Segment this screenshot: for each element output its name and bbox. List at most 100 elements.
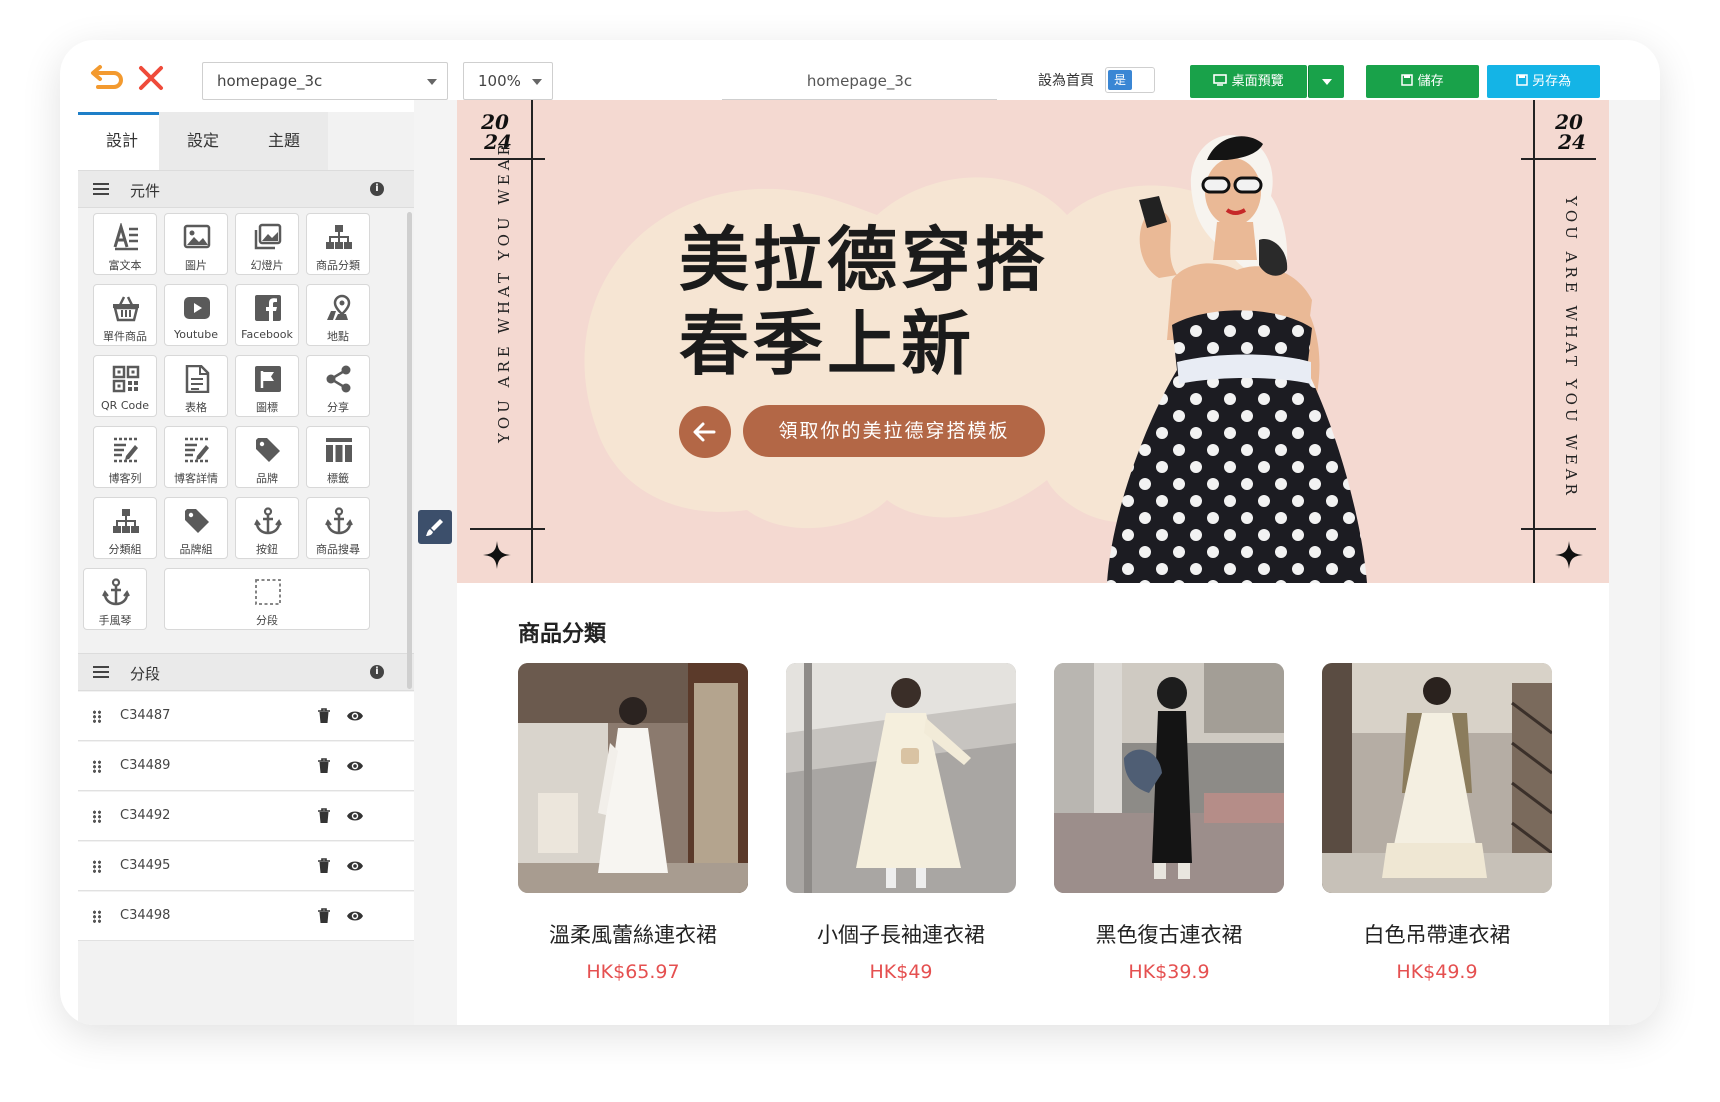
location-icon <box>327 294 351 320</box>
segment-code: C34487 <box>120 708 171 723</box>
hero-arrow-button[interactable] <box>679 406 731 458</box>
info-icon[interactable]: i <box>370 182 384 196</box>
style-panel-toggle[interactable] <box>418 510 452 544</box>
components-scrollbar[interactable] <box>407 212 412 689</box>
component-single-product[interactable]: 單件商品 <box>93 284 157 346</box>
segment-row[interactable]: C34498 <box>78 892 414 941</box>
page-preview: 20 24 YOU ARE WHAT YOU WEAR 20 24 YOU AR… <box>457 100 1609 1025</box>
component-label: 博客列 <box>108 472 142 485</box>
component-image[interactable]: 圖片 <box>164 213 228 275</box>
info-icon[interactable]: i <box>370 665 384 679</box>
segment-row[interactable]: C34492 <box>78 792 414 841</box>
component-facebook[interactable]: Facebook <box>235 284 299 346</box>
component-label: 品牌 <box>256 472 278 485</box>
hero-cta-button[interactable]: 領取你的美拉德穿搭模板 <box>743 405 1045 457</box>
eye-icon[interactable] <box>346 859 364 873</box>
hero-side-text-left: YOU ARE WHAT YOU WEAR <box>495 140 513 443</box>
save-label: 儲存 <box>1417 74 1444 89</box>
drag-handle-icon[interactable] <box>92 810 102 823</box>
drag-handle-icon[interactable] <box>92 710 102 723</box>
trash-icon[interactable] <box>317 808 331 824</box>
save-as-button[interactable]: 另存為 <box>1487 65 1600 98</box>
desktop-preview-button[interactable]: 桌面預覽 <box>1190 65 1307 98</box>
trash-icon[interactable] <box>317 758 331 774</box>
component-section[interactable]: 分段 <box>164 568 370 630</box>
component-tags[interactable]: 標籤 <box>306 426 370 488</box>
component-rich-text[interactable]: 富文本 <box>93 213 157 275</box>
headline-line-1: 美拉德穿搭 <box>679 219 1049 301</box>
sparkle-icon <box>1555 541 1583 569</box>
drag-handle-icon[interactable] <box>92 760 102 773</box>
year-top: 20 <box>481 110 509 134</box>
sparkle-icon <box>483 541 511 569</box>
trash-icon[interactable] <box>317 908 331 924</box>
segments-header[interactable]: 分段 i <box>78 653 414 691</box>
component-product-search[interactable]: 商品搜尋 <box>306 497 370 559</box>
floppy-icon <box>1401 74 1414 86</box>
component-label: 分享 <box>327 401 349 414</box>
segments-title: 分段 <box>130 665 161 683</box>
component-accordion[interactable]: 手風琴 <box>83 568 147 630</box>
component-label: 幻燈片 <box>250 259 284 272</box>
component-button[interactable]: 按鈕 <box>235 497 299 559</box>
component-share[interactable]: 分享 <box>306 355 370 417</box>
component-blog-detail[interactable]: 博客詳情 <box>164 426 228 488</box>
product-image[interactable] <box>518 663 748 893</box>
eye-icon[interactable] <box>346 809 364 823</box>
product-image[interactable] <box>786 663 1016 893</box>
product-name[interactable]: 小個子長袖連衣裙 <box>786 919 1016 949</box>
segment-row[interactable]: C34487 <box>78 692 414 741</box>
product-price: HK$49.9 <box>1396 961 1478 983</box>
component-category-group[interactable]: 分類組 <box>93 497 157 559</box>
page-name-input[interactable]: homepage_3c <box>722 62 997 100</box>
product-name[interactable]: 白色吊帶連衣裙 <box>1322 919 1552 949</box>
zoom-select[interactable]: 100% <box>463 62 553 100</box>
components-header[interactable]: 元件 i <box>78 170 414 208</box>
component-qr-code[interactable]: QR Code <box>93 355 157 417</box>
hero-headline: 美拉德穿搭 春季上新 <box>679 218 1049 386</box>
component-icon[interactable]: 圖標 <box>235 355 299 417</box>
component-blog-list[interactable]: 博客列 <box>93 426 157 488</box>
component-brand[interactable]: 品牌 <box>235 426 299 488</box>
set-home-label: 設為首頁 <box>1038 73 1094 89</box>
product-price: HK$39.9 <box>1128 961 1210 983</box>
undo-icon[interactable] <box>90 64 124 92</box>
chevron-down-icon <box>1321 78 1332 85</box>
close-icon[interactable] <box>137 64 165 92</box>
trash-icon[interactable] <box>317 858 331 874</box>
product-name[interactable]: 溫柔風蕾絲連衣裙 <box>518 919 748 949</box>
component-form[interactable]: 表格 <box>164 355 228 417</box>
component-category[interactable]: 商品分類 <box>306 213 370 275</box>
trash-icon[interactable] <box>317 708 331 724</box>
component-label: 分段 <box>256 614 278 627</box>
tab-theme[interactable]: 主題 <box>240 112 328 170</box>
component-slideshow[interactable]: 幻燈片 <box>235 213 299 275</box>
component-brand-group[interactable]: 品牌組 <box>164 497 228 559</box>
segment-code: C34498 <box>120 908 171 923</box>
drag-handle-icon[interactable] <box>92 910 102 923</box>
blog-detail-icon <box>185 437 209 463</box>
product-name[interactable]: 黑色復古連衣裙 <box>1054 919 1284 949</box>
eye-icon[interactable] <box>346 709 364 723</box>
preview-dropdown-button[interactable] <box>1308 65 1344 98</box>
component-youtube[interactable]: Youtube <box>164 284 228 346</box>
menu-icon <box>93 666 109 678</box>
tab-design[interactable]: 設計 <box>78 112 166 170</box>
segment-row[interactable]: C34489 <box>78 742 414 791</box>
hero-banner[interactable]: 20 24 YOU ARE WHAT YOU WEAR 20 24 YOU AR… <box>457 100 1609 583</box>
segment-row[interactable]: C34495 <box>78 842 414 891</box>
set-home-toggle[interactable]: 是 <box>1105 67 1155 93</box>
product-image[interactable] <box>1054 663 1284 893</box>
component-label: 商品分類 <box>316 259 360 272</box>
components-title: 元件 <box>130 182 161 200</box>
eye-icon[interactable] <box>346 759 364 773</box>
eye-icon[interactable] <box>346 909 364 923</box>
floppy-icon <box>1516 74 1528 86</box>
drag-handle-icon[interactable] <box>92 860 102 873</box>
component-location[interactable]: 地點 <box>306 284 370 346</box>
component-label: 標籤 <box>327 472 349 485</box>
save-button[interactable]: 儲存 <box>1366 65 1479 98</box>
page-select[interactable]: homepage_3c <box>202 62 448 100</box>
product-image[interactable] <box>1322 663 1552 893</box>
tab-settings[interactable]: 設定 <box>159 112 247 170</box>
